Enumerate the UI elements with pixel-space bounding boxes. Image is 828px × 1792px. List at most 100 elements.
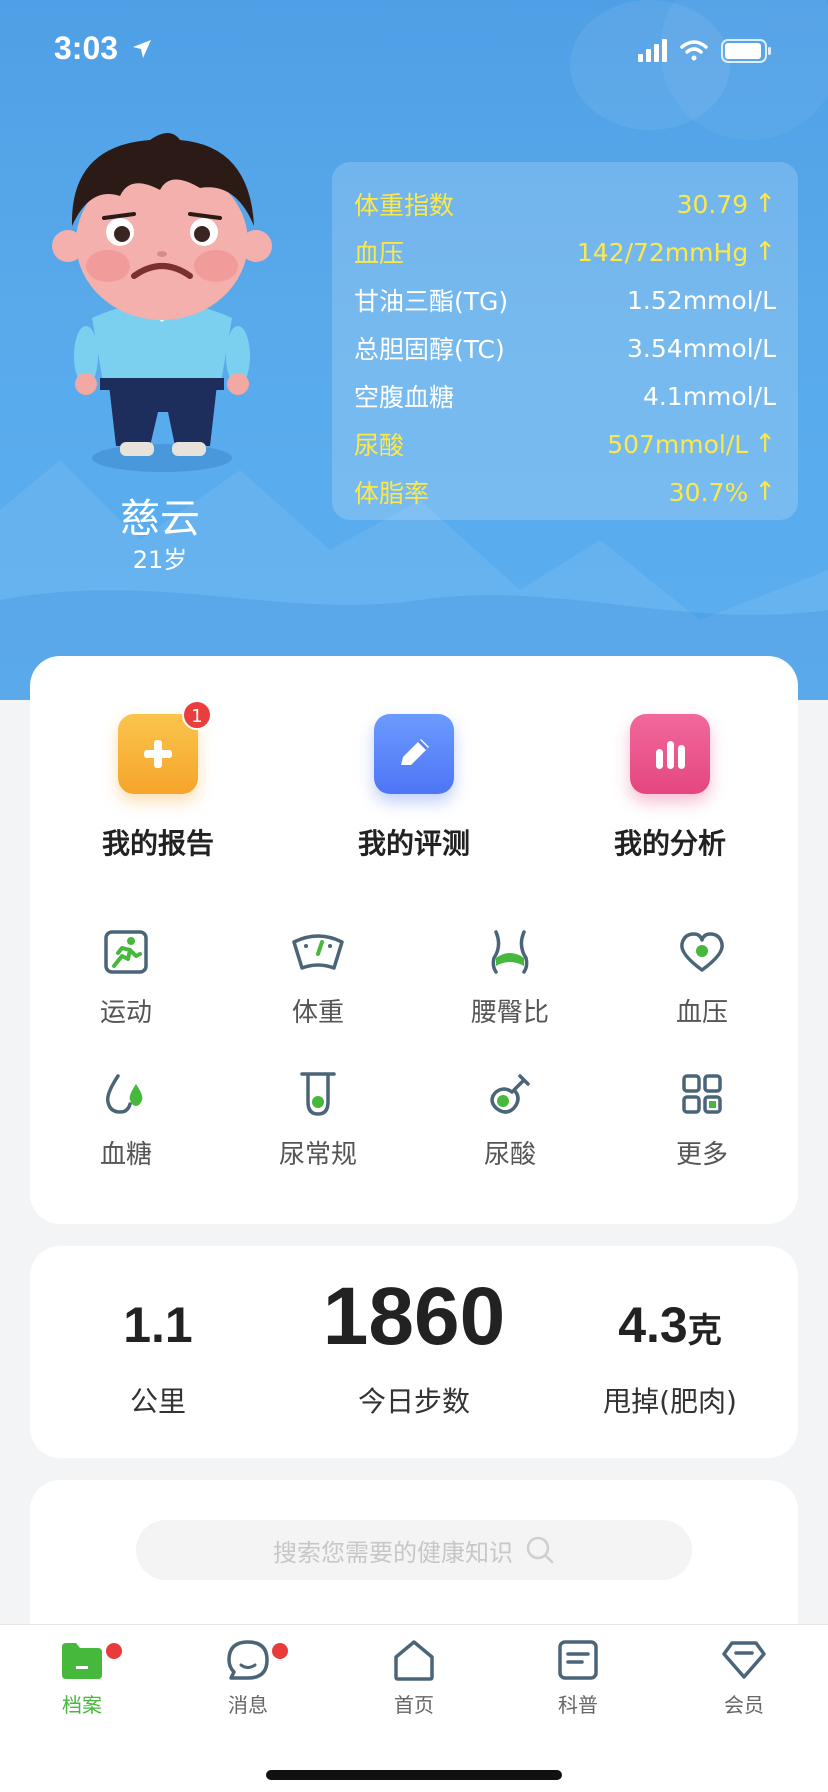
grid-item-exercise[interactable]: 运动 (30, 926, 222, 1068)
metric-row-bmi: 体重指数 30.79 ↑ (354, 180, 776, 228)
waist-hip-icon (491, 930, 529, 974)
search-input[interactable]: 搜索您需要的健康知识 (136, 1520, 692, 1580)
my-evaluation-button[interactable]: 我的评测 (286, 714, 542, 862)
metric-row-blood-pressure: 血压 142/72mmHg ↑ (354, 228, 776, 276)
grid-label: 腰臀比 (470, 998, 549, 1028)
tab-home[interactable]: 首页 (354, 1639, 474, 1718)
pencil-icon (374, 714, 454, 794)
running-icon (104, 930, 148, 974)
grid-item-more[interactable]: 更多 (606, 1068, 798, 1210)
grid-item-uric-acid[interactable]: 尿酸 (414, 1068, 606, 1210)
flask-icon (490, 1074, 530, 1114)
tab-label: 消息 (228, 1693, 268, 1717)
metric-row-uric-acid: 尿酸 507mmol/L ↑ (354, 420, 776, 468)
grid-item-blood-sugar[interactable]: 血糖 (30, 1068, 222, 1210)
drop-icon (105, 1074, 143, 1114)
tab-archive[interactable]: 档案 (22, 1639, 142, 1718)
grid-label: 血压 (675, 998, 728, 1028)
article-icon (558, 1640, 598, 1680)
search-icon (526, 1536, 554, 1564)
grid-item-blood-pressure[interactable]: 血压 (606, 926, 798, 1068)
metric-row-cholesterol: 总胆固醇(TC) 3.54mmol/L (354, 324, 776, 372)
steps-label: 今日步数 (357, 1385, 470, 1418)
grid-label: 血糖 (99, 1140, 152, 1170)
grid-label: 更多 (675, 1140, 728, 1170)
steps-value: 1860 (322, 1271, 506, 1362)
metric-value: 1.52mmol/L (627, 285, 776, 315)
grid-item-waist-hip[interactable]: 腰臀比 (414, 926, 606, 1068)
metric-row-fasting-glucose: 空腹血糖 4.1mmol/L (354, 372, 776, 420)
tile-label: 我的报告 (101, 827, 214, 860)
bar-chart-icon (630, 714, 710, 794)
tile-label: 我的评测 (357, 827, 470, 860)
metric-value: 30.7% (668, 477, 749, 507)
grid-label: 尿常规 (278, 1140, 357, 1170)
tile-label: 我的分析 (613, 827, 726, 860)
metric-value: 3.54mmol/L (627, 333, 776, 363)
tab-messages[interactable]: 消息 (188, 1639, 308, 1718)
scale-icon (292, 934, 344, 970)
avatar-illustration (52, 133, 272, 472)
folder-icon (62, 1643, 102, 1679)
tab-label: 档案 (62, 1693, 102, 1717)
metric-label: 空腹血糖 (354, 383, 455, 412)
tab-label: 会员 (724, 1693, 764, 1717)
status-time: 3:03 (54, 30, 153, 67)
up-arrow-icon: ↑ (754, 237, 776, 267)
notification-badge: 1 (182, 700, 212, 730)
fat-unit: 克 (687, 1312, 722, 1350)
grid-label: 体重 (291, 998, 344, 1028)
tab-label: 首页 (394, 1693, 434, 1717)
metric-label: 总胆固醇(TC) (354, 335, 505, 364)
my-report-button[interactable]: 1 我的报告 (30, 700, 286, 862)
home-indicator (266, 1770, 562, 1780)
grid-label: 运动 (99, 998, 152, 1028)
battery-icon (721, 39, 771, 63)
message-bubble-icon (227, 1640, 269, 1680)
metric-label: 体脂率 (354, 479, 430, 508)
metric-label: 体重指数 (354, 191, 455, 220)
my-analysis-button[interactable]: 我的分析 (542, 714, 798, 862)
metric-value: 507mmol/L (607, 429, 749, 459)
distance-label: 公里 (129, 1385, 186, 1418)
grid-more-icon (682, 1074, 722, 1114)
unread-dot (272, 1643, 288, 1659)
health-metrics-panel[interactable]: 体重指数 30.79 ↑ 血压 142/72mmHg ↑ 甘油三酯(TG) 1.52… (332, 162, 798, 520)
metric-value: 4.1mmol/L (642, 381, 776, 411)
search-placeholder: 搜索您需要的健康知识 (273, 1538, 513, 1567)
metric-value: 142/72mmHg (576, 237, 749, 267)
signal-icon (638, 39, 667, 62)
metric-label: 尿酸 (354, 431, 405, 460)
metric-label: 甘油三酯(TG) (354, 287, 509, 316)
test-tube-icon (300, 1072, 336, 1116)
wifi-icon (680, 40, 708, 61)
fat-value: 4.3 (618, 1297, 688, 1353)
metric-row-body-fat: 体脂率 30.7% ↑ (354, 468, 776, 516)
heart-icon (680, 932, 724, 972)
metric-row-triglyceride: 甘油三酯(TG) 1.52mmol/L (354, 276, 776, 324)
up-arrow-icon: ↑ (754, 429, 776, 459)
diamond-icon (722, 1641, 766, 1679)
up-arrow-icon: ↑ (754, 477, 776, 507)
metric-value: 30.79 (676, 189, 749, 219)
tab-science[interactable]: 科普 (518, 1639, 638, 1718)
metric-label: 血压 (354, 239, 405, 268)
grid-item-weight[interactable]: 体重 (222, 926, 414, 1068)
status-icons (638, 39, 771, 63)
fat-label: 甩掉(肥肉) (603, 1385, 737, 1418)
user-age: 21岁 (132, 546, 188, 574)
grid-item-urine-routine[interactable]: 尿常规 (222, 1068, 414, 1210)
tab-label: 科普 (558, 1693, 598, 1717)
user-name: 慈云 (120, 496, 200, 542)
tab-member[interactable]: 会员 (684, 1639, 804, 1718)
tab-bar: 档案 消息 首页 科普 会员 (0, 1624, 828, 1792)
home-icon (394, 1640, 434, 1681)
location-arrow-icon (132, 40, 151, 58)
distance-value: 1.1 (123, 1297, 193, 1353)
grid-label: 尿酸 (483, 1140, 536, 1170)
features-card: 1 我的报告 我的评测 我的分析 运动 体重 腰臀比 血压 血糖 尿常规 尿酸 … (30, 656, 798, 1224)
steps-card[interactable]: 1.1 公里 1860 今日步数 4.3克 甩掉(肥肉) (30, 1246, 798, 1458)
up-arrow-icon: ↑ (754, 189, 776, 219)
unread-dot (106, 1643, 122, 1659)
status-bar: 3:03 (0, 0, 828, 98)
